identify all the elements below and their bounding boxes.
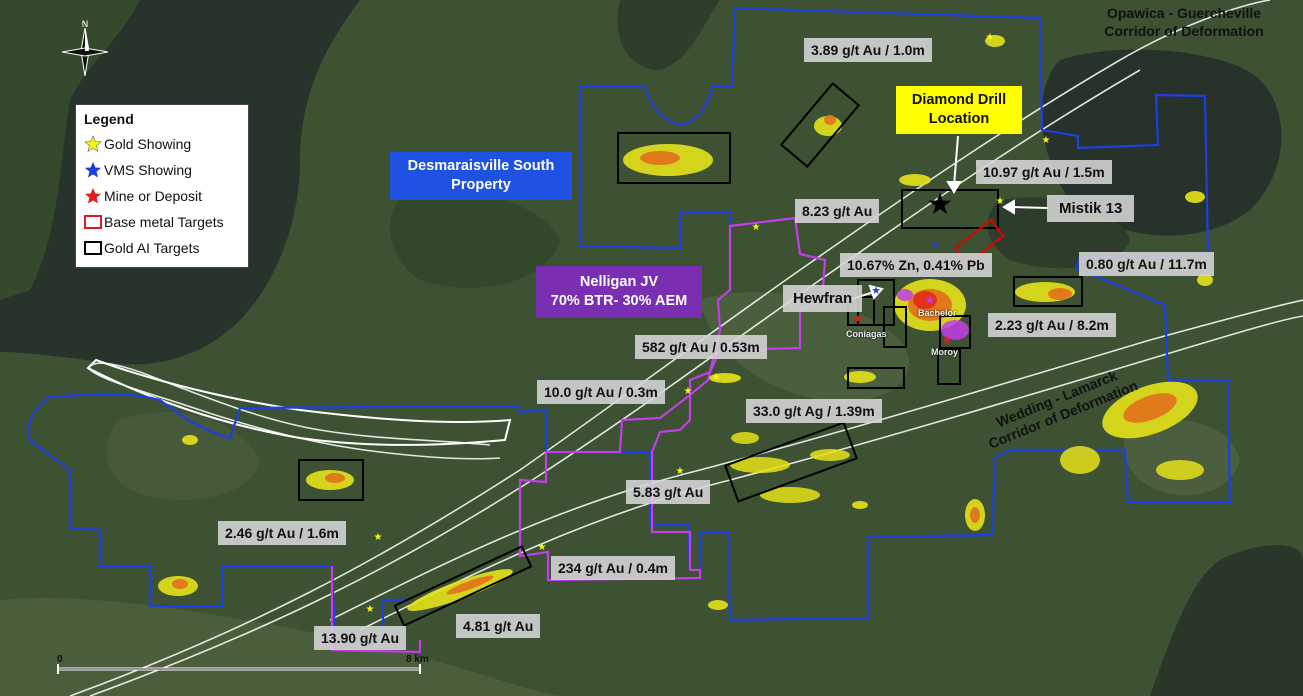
legend-label: Mine or Deposit (104, 188, 203, 204)
hewfran-label: Hewfran (783, 285, 863, 312)
svg-text:★: ★ (853, 312, 864, 326)
svg-text:★: ★ (931, 238, 941, 251)
desmaraisville-heading: Desmaraisville South Property (390, 152, 572, 200)
heading-line: Desmaraisville South (407, 158, 555, 174)
assay-label: 8.23 g/t Au (795, 199, 880, 223)
assay-label: 10.97 g/t Au / 1.5m (976, 160, 1112, 184)
legend-item-mine-deposit: Mine or Deposit (84, 183, 240, 209)
north-arrow: N (60, 18, 110, 87)
drill-location-heading: Diamond Drill Location (896, 86, 1022, 134)
assay-label: 2.46 g/t Au / 1.6m (218, 521, 346, 545)
scale-end: 8 km (406, 654, 429, 665)
assay-label: 3.89 g/t Au / 1.0m (804, 38, 932, 62)
nelligan-heading: Nelligan JV 70% BTR- 30% AEM (536, 266, 702, 318)
red-box-icon (84, 213, 102, 231)
legend-item-gold-showing: Gold Showing (84, 131, 240, 157)
assay-label: 234 g/t Au / 0.4m (551, 556, 675, 580)
town-label: Bachelor (918, 308, 957, 318)
legend-label: Gold AI Targets (104, 240, 200, 256)
assay-label: 0.80 g/t Au / 11.7m (1079, 252, 1214, 276)
svg-text:★: ★ (712, 372, 721, 383)
svg-text:★: ★ (996, 196, 1005, 207)
yellow-star-icon (84, 135, 102, 153)
legend-label: Base metal Targets (104, 214, 224, 230)
svg-text:★: ★ (676, 466, 685, 477)
svg-text:★: ★ (684, 386, 693, 397)
north-letter: N (82, 20, 89, 30)
mistik-label: Mistik 13 (1047, 195, 1135, 222)
black-box-icon (84, 239, 102, 257)
svg-text:★: ★ (871, 284, 881, 297)
assay-label: 33.0 g/t Ag / 1.39m (746, 399, 882, 423)
assay-label: 2.23 g/t Au / 8.2m (988, 313, 1116, 337)
town-label: Moroy (931, 347, 958, 357)
svg-text:★: ★ (374, 532, 383, 543)
legend-item-vms-showing: VMS Showing (84, 157, 240, 183)
heading-line: Nelligan JV (579, 274, 659, 290)
heading-line: Property (451, 177, 511, 193)
legend: Legend Gold Showing VMS Showing Mine or … (75, 104, 249, 268)
corridor-line-1: Opawica - Guercheville (1106, 5, 1262, 21)
svg-text:★: ★ (927, 187, 954, 222)
red-star-icon (84, 187, 102, 205)
assay-label: 4.81 g/t Au (456, 614, 541, 638)
corridor-line-2: Corridor of Deformation (1104, 23, 1264, 39)
svg-text:★: ★ (986, 32, 995, 43)
legend-item-base-metal: Base metal Targets (84, 209, 240, 235)
corridor-north-label: Opawica - Guercheville Corridor of Defor… (1082, 4, 1286, 40)
assay-label: 5.83 g/t Au (626, 480, 711, 504)
assay-label: 10.0 g/t Au / 0.3m (537, 380, 665, 404)
svg-text:★: ★ (1042, 135, 1051, 146)
heading-line: 70% BTR- 30% AEM (550, 293, 688, 309)
svg-text:★: ★ (538, 542, 547, 553)
svg-text:★: ★ (925, 293, 936, 307)
north-arrow-icon: N (61, 20, 109, 77)
legend-label: VMS Showing (104, 162, 192, 178)
svg-text:★: ★ (752, 222, 761, 233)
assay-label: 582 g/t Au / 0.53m (635, 335, 767, 359)
town-label: Coniagas (846, 329, 887, 339)
legend-title: Legend (84, 111, 134, 127)
assay-label: 10.67% Zn, 0.41% Pb (840, 253, 992, 277)
scale-start: 0 (57, 654, 63, 665)
heading-line: Location (928, 111, 990, 127)
legend-label: Gold Showing (104, 136, 192, 152)
svg-text:★: ★ (942, 333, 953, 347)
assay-label: 13.90 g/t Au (314, 626, 407, 650)
map-canvas: ★ ★ ★ ★ ★ ★ ★ ★ ★ ★ ★ ★ ★ ★ ★ ★ N Legend… (0, 0, 1303, 696)
legend-item-gold-ai: Gold AI Targets (84, 235, 240, 261)
heading-line: Diamond Drill (911, 92, 1007, 108)
svg-text:★: ★ (366, 604, 375, 615)
blue-star-icon (84, 161, 102, 179)
